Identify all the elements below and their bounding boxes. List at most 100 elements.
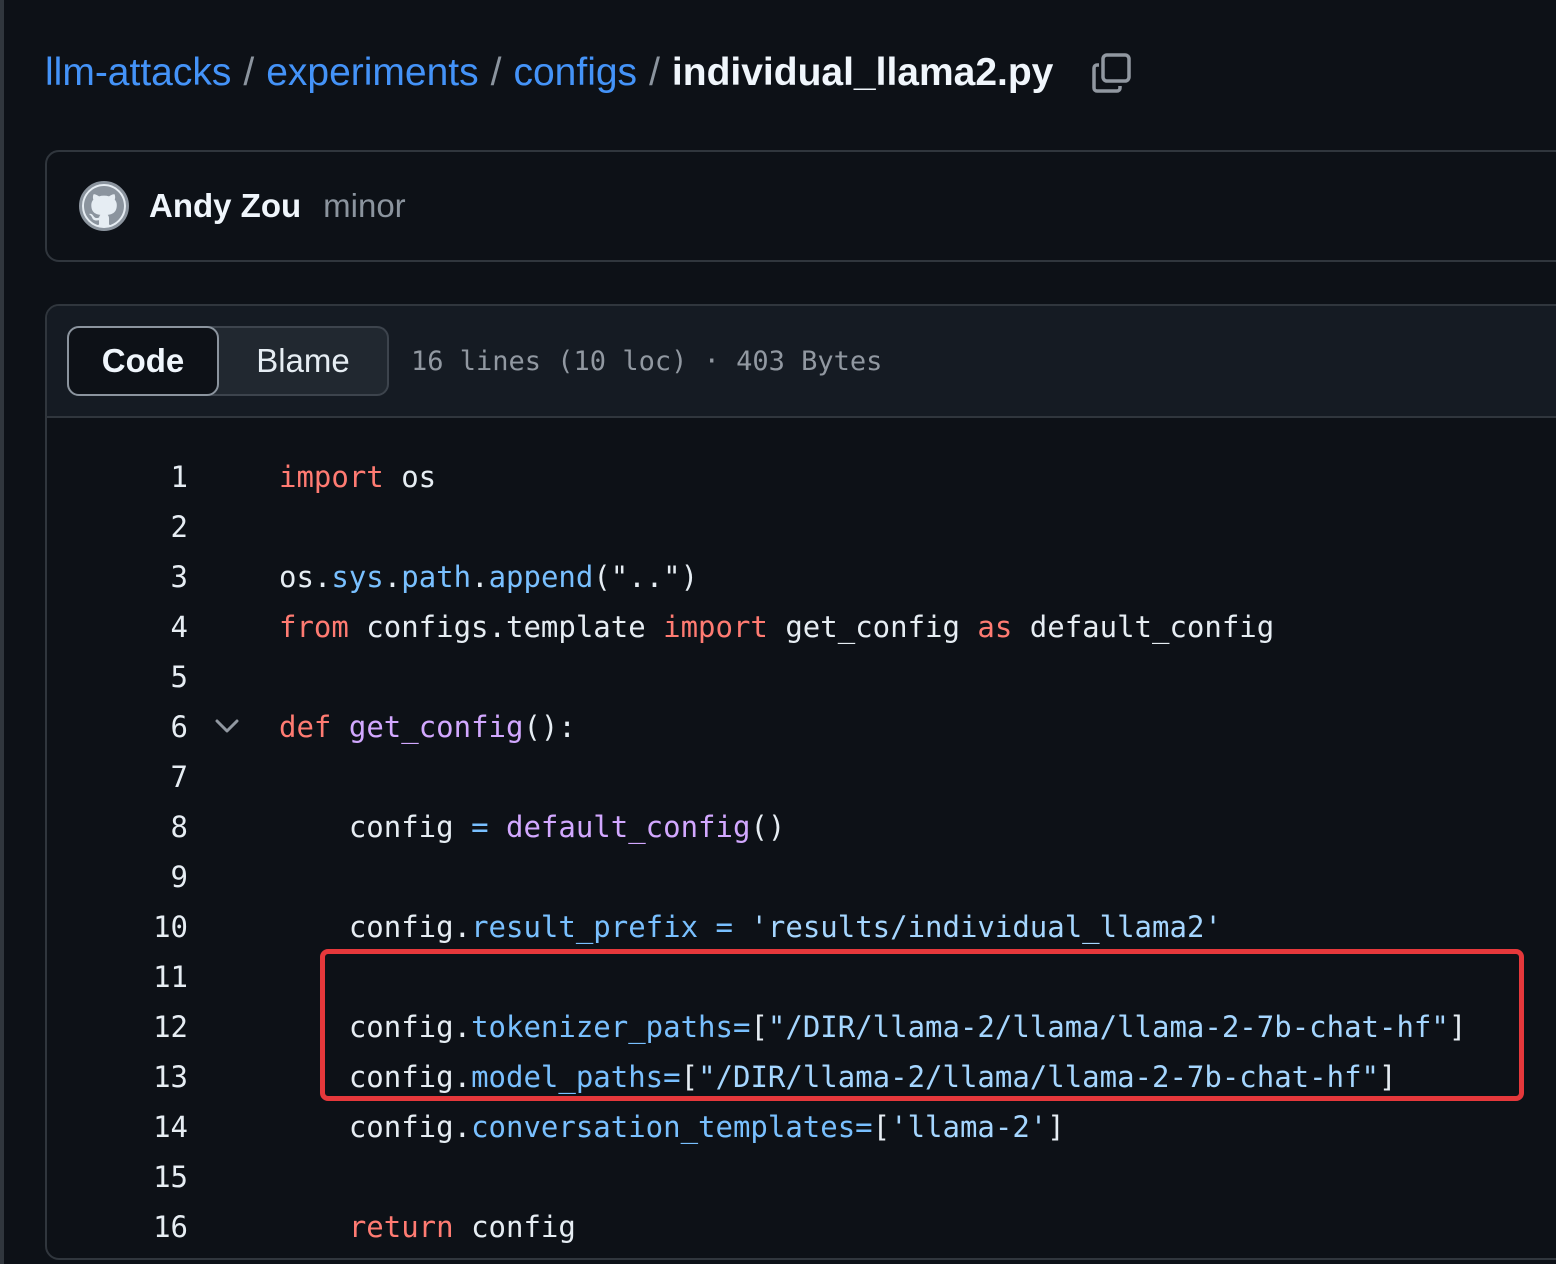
line-number[interactable]: 14 [88, 1102, 188, 1152]
code-token: (): [523, 710, 576, 744]
code-line: 9 [47, 852, 1556, 902]
breadcrumb-repo-link[interactable]: llm-attacks [45, 51, 231, 95]
line-number[interactable]: 4 [88, 602, 188, 652]
code-token: ] [1448, 1010, 1467, 1044]
line-number[interactable]: 16 [88, 1202, 188, 1252]
github-octocat-icon [84, 186, 124, 226]
code-token: ("..") [593, 560, 699, 594]
copy-path-button[interactable] [1091, 52, 1133, 94]
avatar[interactable] [79, 181, 129, 231]
line-number[interactable]: 9 [88, 852, 188, 902]
code-text: import os [279, 452, 436, 502]
code-token: = [732, 1010, 751, 1044]
breadcrumb-separator: / [490, 51, 502, 94]
line-number[interactable]: 15 [88, 1152, 188, 1202]
code-text: os.sys.path.append("..") [279, 552, 698, 602]
code-token: os [383, 460, 437, 494]
code-token: return [348, 1210, 454, 1244]
tab-code[interactable]: Code [67, 326, 219, 396]
code-token: config [453, 1210, 576, 1244]
code-line: 12 config.tokenizer_paths=["/DIR/llama-2… [47, 1002, 1556, 1052]
line-number[interactable]: 5 [88, 652, 188, 702]
code-line: 13 config.model_paths=["/DIR/llama-2/lla… [47, 1052, 1556, 1102]
code-token: config [279, 810, 472, 844]
code-token: as [977, 610, 1013, 644]
code-token: get_config [348, 710, 524, 744]
code-line: 15 [47, 1152, 1556, 1202]
code-token: config. [279, 1110, 472, 1144]
code-line: 1 import os [47, 452, 1556, 502]
code-text: from configs.template import get_config … [279, 602, 1274, 652]
line-number[interactable]: 1 [88, 452, 188, 502]
breadcrumb: llm-attacks / experiments / configs / in… [45, 46, 1133, 100]
code-line: 10 config.result_prefix = 'results/indiv… [47, 902, 1556, 952]
code-token: sys [331, 560, 384, 594]
chevron-down-icon[interactable] [215, 716, 239, 738]
tab-blame[interactable]: Blame [219, 326, 387, 396]
code-line: 16 return config [47, 1202, 1556, 1252]
commit-message[interactable]: minor [323, 187, 406, 225]
code-token: = [855, 1110, 873, 1144]
file-stats: 16 lines (10 loc) · 403 Bytes [411, 345, 883, 377]
code-line: 14 config.conversation_templates=['llama… [47, 1102, 1556, 1152]
code-token: configs.template [348, 610, 664, 644]
code-token: tokenizer_paths [471, 1010, 733, 1044]
code-line: 2 [47, 502, 1556, 552]
code-token: import [279, 460, 384, 494]
breadcrumb-experiments-link[interactable]: experiments [266, 51, 478, 95]
code-token: def [279, 710, 332, 744]
line-number[interactable]: 8 [88, 802, 188, 852]
code-token: result_prefix [471, 910, 699, 944]
code-line: 3 os.sys.path.append("..") [47, 552, 1556, 602]
code-line: 7 [47, 752, 1556, 802]
line-number[interactable]: 12 [88, 1002, 188, 1052]
code-token: get_config [767, 610, 978, 644]
breadcrumb-separator: / [649, 51, 660, 94]
code-token: = [715, 910, 733, 944]
line-number[interactable]: 3 [88, 552, 188, 602]
code-line: 6 def get_config(): [47, 702, 1556, 752]
code-token: model_paths [471, 1060, 664, 1094]
line-number[interactable]: 6 [88, 702, 188, 752]
file-header: Code Blame 16 lines (10 loc) · 403 Bytes [47, 306, 1556, 418]
code-text: def get_config(): [279, 702, 576, 752]
line-number[interactable]: 13 [88, 1052, 188, 1102]
code-token: append [488, 560, 594, 594]
code-token: default_config [1012, 610, 1275, 644]
code-text: config.conversation_templates=['llama-2'… [279, 1102, 1065, 1152]
code-token: [ [680, 1060, 699, 1094]
code-token: () [750, 810, 786, 844]
code-token: config. [279, 1060, 472, 1094]
breadcrumb-separator: / [243, 51, 255, 94]
code-text: config.result_prefix = 'results/individu… [279, 902, 1222, 952]
code-text: return config [279, 1202, 576, 1252]
left-border [0, 0, 4, 1264]
code-line: 11 [47, 952, 1556, 1002]
line-number[interactable]: 11 [88, 952, 188, 1002]
code-token: conversation_templates [471, 1110, 856, 1144]
code-text: config = default_config() [279, 802, 786, 852]
code-token: "/DIR/llama-2/llama/llama-2-7b-chat-hf" [767, 1010, 1449, 1044]
line-number[interactable]: 2 [88, 502, 188, 552]
code-token: . [383, 560, 402, 594]
code-token: = [663, 1060, 681, 1094]
code-token: default_config [506, 810, 751, 844]
code-token: = [471, 810, 489, 844]
breadcrumb-file-name: individual_llama2.py [671, 51, 1054, 94]
code-token: import [663, 610, 768, 644]
file-viewer: Code Blame 16 lines (10 loc) · 403 Bytes… [45, 304, 1556, 1260]
commit-author[interactable]: Andy Zou [149, 187, 301, 225]
breadcrumb-configs-link[interactable]: configs [513, 51, 637, 95]
code-token: [ [872, 1110, 891, 1144]
code-text: config.model_paths=["/DIR/llama-2/llama/… [279, 1052, 1397, 1102]
code-token: 'results/individual_llama2' [750, 910, 1222, 944]
code-token: ] [1378, 1060, 1397, 1094]
code-text: config.tokenizer_paths=["/DIR/llama-2/ll… [279, 1002, 1466, 1052]
line-number[interactable]: 7 [88, 752, 188, 802]
code-line: 5 [47, 652, 1556, 702]
line-number[interactable]: 10 [88, 902, 188, 952]
